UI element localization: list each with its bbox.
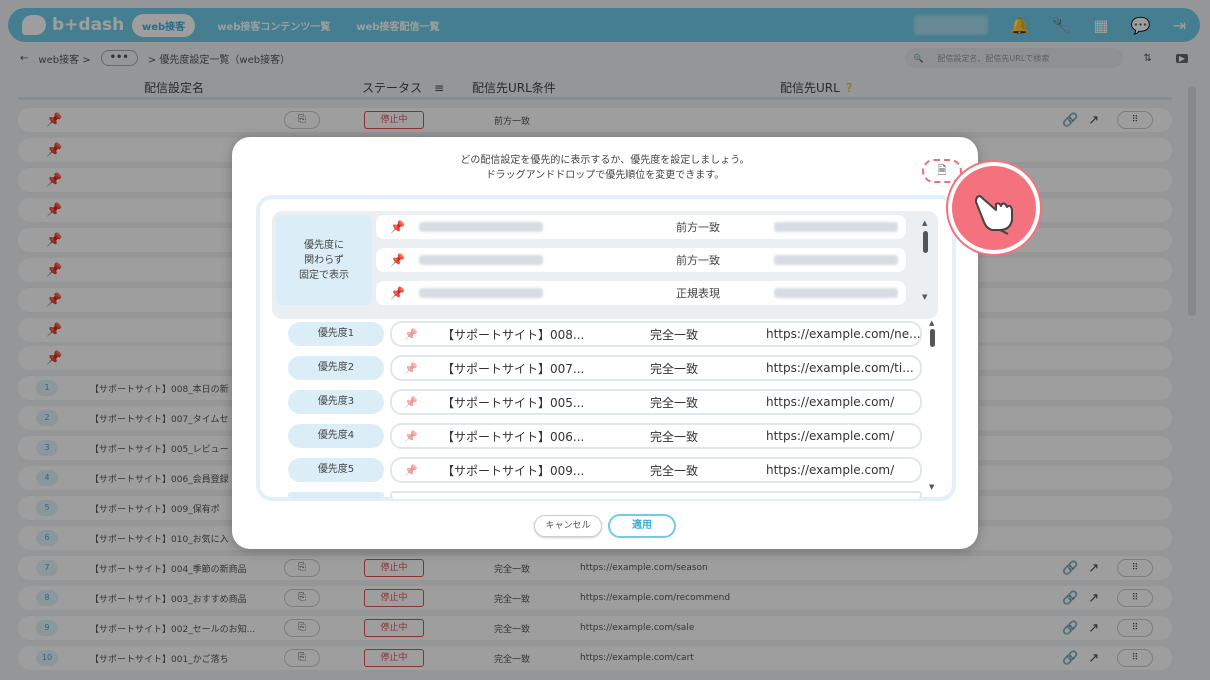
priority-row-condition: 完全一致 [650,395,699,410]
priority-label: 優先度2 [288,356,384,380]
hand-svg [975,195,1013,235]
apply-button[interactable]: 適用 [608,514,676,538]
fixed-display-label-text: 優先度に 関わらず 固定で表示 [299,239,349,281]
priority-row-url: https://example.com/ [766,463,895,477]
blurred-url [774,288,898,298]
priority-label-partial [288,492,384,498]
modal-message-line1: どの配信設定を優先的に表示するか、優先度を設定しましょう。 [460,155,750,166]
blurred-name [418,255,543,265]
priority-row-partial[interactable] [390,491,922,499]
priority-label: 優先度3 [288,390,384,414]
priority-row-url: https://example.com/ [766,395,895,409]
pin-icon[interactable]: 📌 [390,253,405,267]
priority-row[interactable]: 📌 【サポートサイト】006... 完全一致 https://example.c… [390,423,922,449]
fixed-scrollbar[interactable] [923,231,928,253]
pin-icon[interactable]: 📌 [404,464,418,477]
scroll-down-arrow-icon[interactable]: ▼ [929,483,934,491]
document-icon-button[interactable]: 🗎 [922,159,962,183]
pin-icon[interactable]: 📌 [404,328,418,341]
blurred-url [774,255,898,265]
priority-row[interactable]: 📌 【サポートサイト】009... 完全一致 https://example.c… [390,457,922,483]
priority-row-condition: 完全一致 [650,429,699,444]
pin-icon[interactable]: 📌 [404,362,418,375]
document-icon: 🗎 [937,163,947,177]
blurred-name [418,288,543,298]
fixed-row[interactable]: 📌 正規表現 [376,281,906,305]
pointer-hand-icon [948,162,1040,254]
pin-icon[interactable]: 📌 [390,286,405,300]
fixed-display-label: 優先度に 関わらず 固定で表示 [276,215,372,305]
priority-row-name: 【サポートサイト】005... [442,395,585,410]
priority-row-name: 【サポートサイト】009... [442,463,585,478]
blurred-url [774,222,898,232]
pin-icon[interactable]: 📌 [404,430,418,443]
modal-message: どの配信設定を優先的に表示するか、優先度を設定しましょう。 ドラッグアンドドロッ… [232,153,978,183]
priority-row[interactable]: 📌 【サポートサイト】007... 完全一致 https://example.c… [390,355,922,381]
fixed-row-condition: 前方一致 [676,254,720,267]
priority-row[interactable]: 📌 【サポートサイト】008... 完全一致 https://example.c… [390,321,922,347]
priority-label: 優先度1 [288,322,384,346]
priority-label: 優先度4 [288,424,384,448]
priority-row[interactable]: 📌 【サポートサイト】005... 完全一致 https://example.c… [390,389,922,415]
scroll-down-arrow-icon[interactable]: ▼ [922,293,927,301]
modal-message-line2: ドラッグアンドドロップで優先順位を変更できます。 [485,170,725,181]
priority-row-url: https://example.com/ne... [766,327,921,341]
priority-row-name: 【サポートサイト】006... [442,429,585,444]
priority-row-name: 【サポートサイト】008... [442,327,585,342]
fixed-row[interactable]: 📌 前方一致 [376,215,906,239]
fixed-row-condition: 前方一致 [676,221,720,234]
priority-row-name: 【サポートサイト】007... [442,361,585,376]
fixed-row-condition: 正規表現 [676,287,720,300]
cancel-button[interactable]: キャンセル [534,515,602,537]
priority-row-condition: 完全一致 [650,361,699,376]
priority-row-condition: 完全一致 [650,327,699,342]
priority-scrollbar[interactable] [930,329,935,347]
priority-row-url: https://example.com/ti... [766,361,914,375]
blurred-name [418,222,543,232]
pin-icon[interactable]: 📌 [390,220,405,234]
priority-row-url: https://example.com/ [766,429,895,443]
priority-modal: どの配信設定を優先的に表示するか、優先度を設定しましょう。 ドラッグアンドドロッ… [232,137,978,549]
page-scrollbar[interactable] [1188,86,1196,316]
pin-icon[interactable]: 📌 [404,396,418,409]
priority-row-condition: 完全一致 [650,463,699,478]
fixed-row[interactable]: 📌 前方一致 [376,248,906,272]
priority-label: 優先度5 [288,458,384,482]
scroll-up-arrow-icon[interactable]: ▲ [922,219,927,227]
scroll-up-arrow-icon[interactable]: ▲ [929,319,934,327]
